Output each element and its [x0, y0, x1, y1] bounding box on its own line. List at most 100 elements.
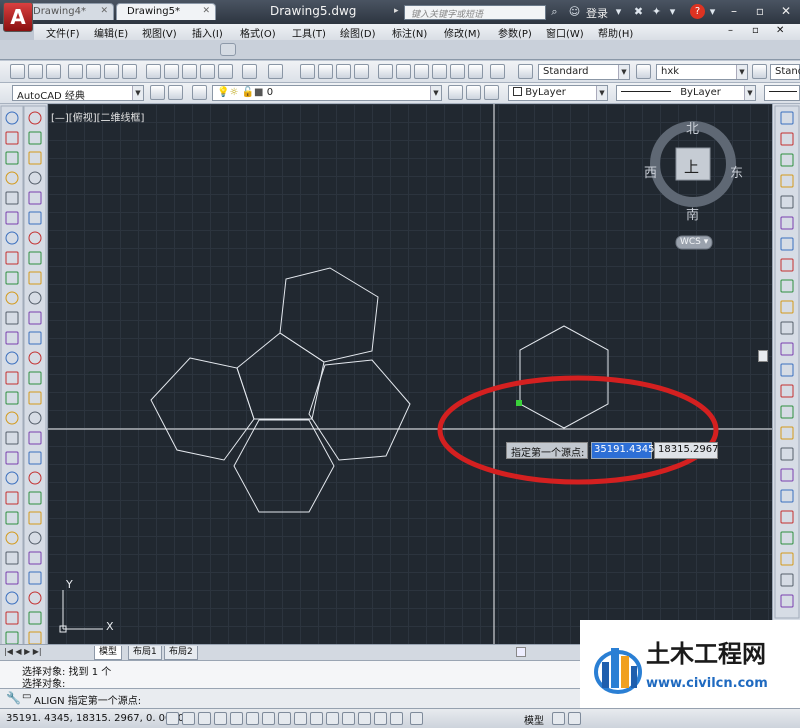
menu-file[interactable]: 文件(F): [46, 25, 80, 40]
sheet-set-icon[interactable]: [432, 64, 447, 79]
dim-style-select[interactable]: hxk ▼: [656, 64, 748, 80]
compass-north[interactable]: 北: [686, 118, 699, 137]
color-select[interactable]: ByLayer ▼: [508, 85, 608, 101]
undo-toolbar-icon[interactable]: [242, 64, 257, 79]
transparency-icon[interactable]: [342, 712, 355, 725]
workspace-settings-icon[interactable]: [150, 85, 165, 100]
exchange-icon[interactable]: ✖: [632, 5, 645, 18]
viewcube-top-face[interactable]: 上: [684, 156, 699, 177]
tool-palettes-icon[interactable]: [414, 64, 429, 79]
command-line[interactable]: 🔧 ▭ ALIGN 指定第一个源点:: [0, 688, 580, 708]
menu-insert[interactable]: 插入(I): [192, 25, 223, 40]
tab-nav-icon[interactable]: |◀ ◀ ▶ ▶|: [4, 647, 42, 656]
table-style-select[interactable]: Stand: [770, 64, 800, 80]
block-editor-icon[interactable]: [218, 64, 233, 79]
text-style-select[interactable]: Standard ▼: [538, 64, 630, 80]
wcs-menu[interactable]: WCS ▾: [680, 237, 708, 247]
doc-close-icon[interactable]: ✕: [776, 25, 784, 36]
quick-properties-icon[interactable]: [358, 712, 371, 725]
tab-layout1[interactable]: 布局1: [128, 646, 162, 660]
menu-dimension[interactable]: 标注(N): [392, 25, 427, 40]
zoom-window-icon[interactable]: [336, 64, 351, 79]
help-toolbar-icon[interactable]: [490, 64, 505, 79]
search-icon[interactable]: ⌕: [548, 5, 561, 18]
open-file-icon[interactable]: [28, 64, 43, 79]
pan-icon[interactable]: [300, 64, 315, 79]
menu-help[interactable]: 帮助(H): [598, 25, 633, 40]
compass-south[interactable]: 南: [686, 204, 699, 223]
layer-properties-icon[interactable]: [192, 85, 207, 100]
quick-view-drawings-icon[interactable]: [568, 712, 581, 725]
zoom-previous-icon[interactable]: [354, 64, 369, 79]
minimize-icon[interactable]: –: [726, 3, 742, 19]
paste-icon[interactable]: [182, 64, 197, 79]
cursor-coordinates[interactable]: 35191. 4345, 18315. 2967, 0. 0000: [6, 713, 184, 724]
save-file-icon[interactable]: [46, 64, 61, 79]
horizontal-scrollbar-thumb[interactable]: [516, 647, 526, 657]
menu-view[interactable]: 视图(V): [142, 25, 177, 40]
layer-previous-icon[interactable]: [466, 85, 481, 100]
dynamic-input-x[interactable]: 35191.4345: [591, 442, 654, 459]
help-icon[interactable]: ?: [690, 4, 705, 19]
3d-dwf-icon[interactable]: [122, 64, 137, 79]
quick-view-layouts-icon[interactable]: [552, 712, 565, 725]
workspace-dropdown-icon[interactable]: [168, 85, 183, 100]
dynamic-input-icon[interactable]: [310, 712, 323, 725]
cut-icon[interactable]: [146, 64, 161, 79]
linetype-select[interactable]: ByLayer ▼: [616, 85, 756, 101]
plot-icon[interactable]: [68, 64, 83, 79]
login-dropdown-icon[interactable]: ▾: [612, 5, 625, 18]
workspace-status-icon[interactable]: [410, 712, 423, 725]
doc-minimize-icon[interactable]: –: [728, 25, 733, 36]
make-current-layer-icon[interactable]: [448, 85, 463, 100]
preview-icon[interactable]: [86, 64, 101, 79]
calculator-icon[interactable]: [468, 64, 483, 79]
user-icon[interactable]: ☺: [568, 5, 581, 18]
menu-tools[interactable]: 工具(T): [292, 25, 326, 40]
object-snap-icon[interactable]: [246, 712, 259, 725]
menu-format[interactable]: 格式(O): [240, 25, 276, 40]
star-icon[interactable]: ✦: [650, 5, 663, 18]
3d-osnap-icon[interactable]: [262, 712, 275, 725]
maximize-icon[interactable]: ▫: [752, 3, 768, 19]
model-space-button[interactable]: 模型: [524, 712, 544, 727]
lineweight-select[interactable]: [764, 85, 800, 101]
redo-toolbar-icon[interactable]: [268, 64, 283, 79]
drawing-canvas[interactable]: [—][俯视][二维线框] Y X 北 南 东 西 上 WCS ▾ 指定第一个源…: [48, 104, 772, 644]
markup-icon[interactable]: [450, 64, 465, 79]
command-prompt[interactable]: ALIGN 指定第一个源点:: [34, 692, 141, 707]
polar-tracking-icon[interactable]: [230, 712, 243, 725]
otrack-icon[interactable]: [278, 712, 291, 725]
compass-west[interactable]: 西: [644, 162, 657, 181]
dim-style-icon[interactable]: [636, 64, 651, 79]
tab-close-icon[interactable]: ✕: [100, 6, 108, 16]
menu-edit[interactable]: 编辑(E): [94, 25, 128, 40]
compass-east[interactable]: 东: [730, 162, 743, 181]
search-expand-icon[interactable]: ▸: [394, 6, 399, 16]
menu-draw[interactable]: 绘图(D): [340, 25, 376, 40]
layer-state-icon[interactable]: [484, 85, 499, 100]
text-style-icon[interactable]: [518, 64, 533, 79]
match-properties-icon[interactable]: [200, 64, 215, 79]
infer-constraints-icon[interactable]: [166, 712, 179, 725]
tab-drawing5[interactable]: Drawing5* ✕: [116, 3, 216, 20]
grid-display-icon[interactable]: [198, 712, 211, 725]
annotation-monitor-icon[interactable]: [390, 712, 403, 725]
login-button[interactable]: 登录: [586, 5, 608, 21]
tab-model[interactable]: 模型: [94, 646, 123, 660]
help-dropdown-icon[interactable]: ▾: [706, 5, 719, 18]
publish-icon[interactable]: [104, 64, 119, 79]
selection-cycling-icon[interactable]: [374, 712, 387, 725]
ortho-mode-icon[interactable]: [214, 712, 227, 725]
tools-dropdown-icon[interactable]: ▾: [666, 5, 679, 18]
tab-layout2[interactable]: 布局2: [164, 646, 198, 660]
menu-window[interactable]: 窗口(W): [546, 25, 584, 40]
dynamic-ucs-icon[interactable]: [294, 712, 307, 725]
layer-select[interactable]: 💡☼ 🔓■ 0 ▼: [212, 85, 442, 101]
properties-icon[interactable]: [378, 64, 393, 79]
app-menu-button[interactable]: A: [3, 2, 33, 32]
close-icon[interactable]: ✕: [778, 3, 794, 19]
tab-drawing4[interactable]: Drawing4* ✕: [22, 3, 114, 20]
snap-mode-icon[interactable]: [182, 712, 195, 725]
tab-close-icon[interactable]: ✕: [202, 6, 210, 16]
